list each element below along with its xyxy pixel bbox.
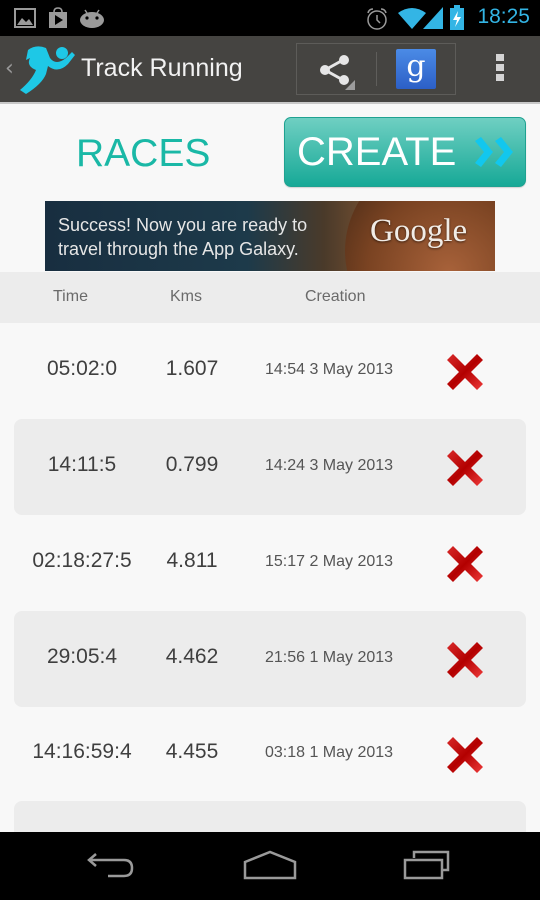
create-button[interactable]: CREATE xyxy=(284,117,526,187)
race-created: 14:24 3 May 2013 xyxy=(264,457,394,474)
action-bar: ‹ Track Running g xyxy=(0,36,540,104)
create-button-label: CREATE xyxy=(297,130,457,174)
back-nav-icon[interactable] xyxy=(86,850,136,886)
race-time: 14:11:5 xyxy=(47,453,117,476)
table-header: Time Kms Creation xyxy=(0,272,540,323)
delete-icon[interactable] xyxy=(444,543,486,585)
races-list[interactable]: 05:02:0 1.607 14:54 3 May 2013 14:11:5 0… xyxy=(0,323,540,832)
battery-charging-icon xyxy=(449,5,465,35)
gallery-icon xyxy=(14,7,36,33)
race-kms: 4.811 xyxy=(166,549,218,572)
column-header-kms: Kms xyxy=(170,288,202,305)
race-kms: 4.455 xyxy=(165,740,219,763)
delete-icon[interactable] xyxy=(444,639,486,681)
race-created: 14:54 3 May 2013 xyxy=(264,361,394,378)
clock: 18:25 xyxy=(477,5,530,28)
system-nav-bar xyxy=(0,832,540,900)
race-time: 29:05:4 xyxy=(46,645,118,668)
app-title: Track Running xyxy=(81,54,243,82)
ad-message: Success! Now you are ready to travel thr… xyxy=(58,213,307,261)
race-kms: 1.607 xyxy=(165,357,219,380)
overflow-menu-icon[interactable] xyxy=(494,54,506,84)
race-row[interactable]: 29:05:4 4.462 21:56 1 May 2013 xyxy=(14,611,526,707)
double-chevron-right-icon xyxy=(473,137,517,171)
alarm-icon xyxy=(365,7,389,35)
race-created: 03:18 1 May 2013 xyxy=(264,744,394,761)
race-kms: 4.462 xyxy=(165,645,219,668)
column-header-creation: Creation xyxy=(305,288,366,305)
play-store-icon xyxy=(47,7,69,33)
race-kms: 0.799 xyxy=(165,453,219,476)
dropdown-indicator-icon xyxy=(345,80,355,90)
action-group: g xyxy=(296,43,456,95)
signal-icon xyxy=(422,6,444,34)
race-row[interactable]: 02:18:27:5 4.811 15:17 2 May 2013 xyxy=(14,515,526,611)
column-header-time: Time xyxy=(53,288,88,305)
race-row[interactable]: 05:02:0 1.607 14:54 3 May 2013 xyxy=(14,323,526,419)
android-icon xyxy=(79,7,105,33)
race-time: 14:16:59:4 xyxy=(32,740,132,763)
delete-icon[interactable] xyxy=(444,351,486,393)
ad-brand-logo: Google xyxy=(370,213,468,249)
share-button[interactable] xyxy=(297,44,373,94)
race-row[interactable] xyxy=(14,801,526,832)
race-row[interactable]: 14:16:59:4 4.455 03:18 1 May 2013 xyxy=(14,706,526,802)
ad-line-2: travel through the App Galaxy. xyxy=(58,239,299,259)
race-time: 05:02:0 xyxy=(46,357,118,380)
race-row[interactable]: 14:11:5 0.799 14:24 3 May 2013 xyxy=(14,419,526,515)
up-navigation-icon[interactable]: ‹ xyxy=(5,56,14,81)
status-bar: 18:25 xyxy=(0,0,540,36)
race-time: 02:18:27:5 xyxy=(32,549,132,572)
ad-banner[interactable]: Success! Now you are ready to travel thr… xyxy=(45,201,495,271)
race-created: 21:56 1 May 2013 xyxy=(264,649,394,666)
divider xyxy=(376,52,377,86)
race-created: 15:17 2 May 2013 xyxy=(264,553,394,570)
runner-logo-icon[interactable] xyxy=(16,44,78,100)
google-button[interactable]: g xyxy=(396,49,436,89)
ad-line-1: Success! Now you are ready to xyxy=(58,215,308,235)
recents-nav-icon[interactable] xyxy=(402,850,452,886)
races-heading: RACES xyxy=(76,132,211,175)
delete-icon[interactable] xyxy=(444,734,486,776)
home-nav-icon[interactable] xyxy=(243,850,297,886)
delete-icon[interactable] xyxy=(444,447,486,489)
